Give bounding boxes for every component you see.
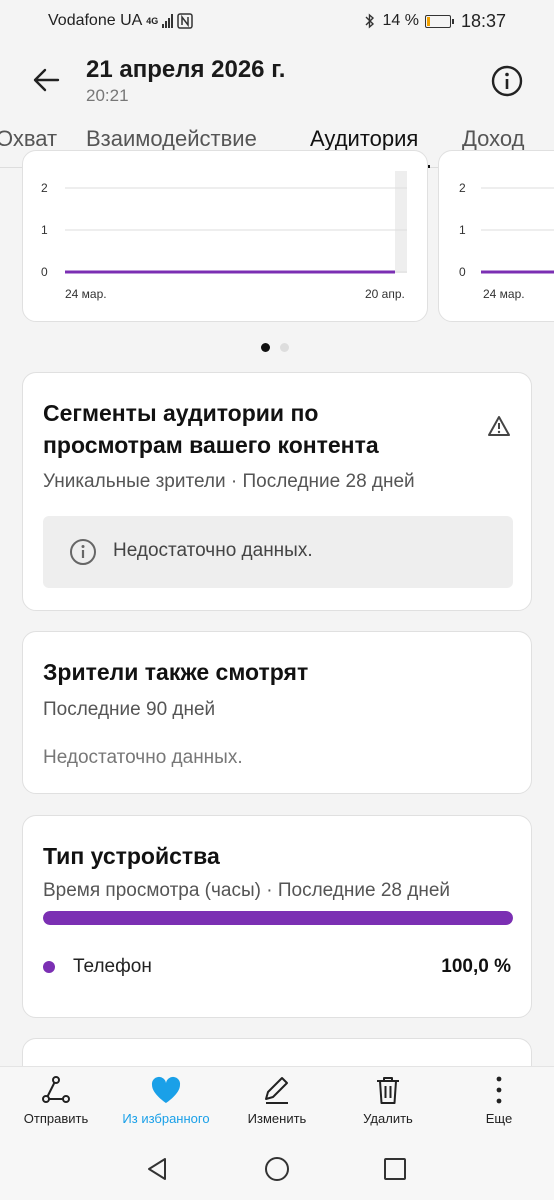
no-data-text: Недостаточно данных.: [43, 747, 243, 768]
nav-recents-icon[interactable]: [382, 1156, 408, 1182]
card-subtitle: Уникальные зрители · Последние 28 дней: [43, 471, 415, 492]
card-title: Тип устройства: [43, 843, 220, 869]
y-tick-label: 1: [459, 223, 466, 237]
carousel-dot[interactable]: [280, 343, 289, 352]
tab-audience[interactable]: Аудитория: [310, 126, 418, 152]
unfavorite-label: Из избранного: [122, 1111, 210, 1126]
page-title: 21 апреля 2026 г.: [86, 56, 286, 83]
audience-segments-card: Сегменты аудитории по просмотрам вашего …: [22, 372, 532, 611]
more-vertical-icon: [496, 1076, 502, 1104]
edit-label: Изменить: [247, 1111, 307, 1126]
x-tick-label: 24 мар.: [483, 287, 525, 301]
card-title-line2: просмотрам вашего контента: [43, 432, 379, 458]
x-tick-label: 20 апр.: [365, 287, 405, 301]
arrow-left-icon: [33, 68, 60, 92]
more-button[interactable]: Еще: [449, 1075, 549, 1126]
card-title: Сегменты аудитории по: [43, 400, 319, 426]
y-tick-label: 0: [41, 265, 48, 279]
chart-card-1[interactable]: 2 1 0 24 мар. 20 апр.: [22, 150, 428, 322]
edit-icon: [265, 1077, 288, 1104]
legend-label-phone: Телефон: [73, 956, 152, 977]
card-subtitle: Время просмотра (часы) · Последние 28 дн…: [43, 880, 451, 901]
legend-value-phone: 100,0 %: [441, 956, 511, 977]
heart-icon: [151, 1076, 181, 1103]
y-tick-label: 2: [41, 181, 48, 195]
edit-button[interactable]: Изменить: [227, 1075, 327, 1126]
nfc-icon: [177, 13, 194, 29]
info-button[interactable]: [490, 64, 524, 98]
warning-icon[interactable]: [487, 415, 511, 437]
bottom-action-bar: Отправить Из избранного Изменить Удалить…: [0, 1066, 554, 1136]
no-data-notice: Недостаточно данных.: [43, 516, 513, 588]
status-bar: Vodafone UA 4G 14 % 18:37: [0, 0, 554, 42]
unfavorite-button[interactable]: Из избранного: [116, 1075, 216, 1126]
tab-reach[interactable]: Охват: [0, 126, 57, 152]
chart-1-scroll-track: [395, 171, 407, 273]
no-data-text: Недостаточно данных.: [113, 540, 313, 561]
share-button[interactable]: Отправить: [6, 1075, 106, 1126]
signal-icon: [162, 14, 174, 28]
clock: 18:37: [460, 10, 506, 31]
y-tick-label: 2: [459, 181, 466, 195]
battery-icon: [424, 14, 454, 28]
share-label: Отправить: [23, 1111, 89, 1126]
delete-button[interactable]: Удалить: [338, 1075, 438, 1126]
bluetooth-icon: [365, 13, 375, 29]
card-title: Зрители также смотрят: [43, 659, 309, 685]
info-circle-icon: [70, 539, 96, 565]
nav-back-icon[interactable]: [145, 1156, 171, 1182]
battery-percent: 14 %: [382, 12, 419, 29]
carousel-dot-active[interactable]: [261, 343, 270, 352]
chart-1-svg: 2 1 0 24 мар. 20 апр.: [41, 171, 407, 301]
system-nav-bar: [0, 1136, 554, 1200]
card-subtitle: Последние 90 дней: [43, 699, 216, 720]
y-tick-label: 0: [459, 265, 466, 279]
info-icon: [491, 65, 523, 97]
app-header: 21 апреля 2026 г. 20:21: [0, 42, 554, 120]
viewers-also-watch-card: Зрители также смотрят Последние 90 дней …: [22, 631, 532, 794]
page-subtitle: 20:21: [86, 86, 129, 105]
device-share-bar-fill: [43, 911, 513, 925]
carrier-name: Vodafone UA: [48, 12, 143, 29]
network-type: 4G: [146, 16, 159, 26]
x-tick-label: 24 мар.: [65, 287, 107, 301]
nav-home-icon[interactable]: [264, 1156, 290, 1182]
trash-icon: [377, 1077, 399, 1104]
chart-card-2[interactable]: 2 1 0 24 мар.: [438, 150, 554, 322]
carousel-indicator: [261, 343, 289, 352]
chart-2-svg: 2 1 0 24 мар.: [459, 181, 554, 301]
device-type-card: Тип устройства Время просмотра (часы) · …: [22, 815, 532, 1018]
y-tick-label: 1: [41, 223, 48, 237]
device-share-bar: [43, 911, 513, 925]
legend-dot-phone: [43, 961, 55, 973]
more-label: Еще: [485, 1111, 513, 1126]
tab-engagement[interactable]: Взаимодействие: [86, 126, 257, 152]
delete-label: Удалить: [363, 1111, 413, 1126]
share-icon: [42, 1076, 70, 1103]
back-button[interactable]: [24, 58, 68, 102]
tab-revenue[interactable]: Доход: [462, 126, 524, 152]
